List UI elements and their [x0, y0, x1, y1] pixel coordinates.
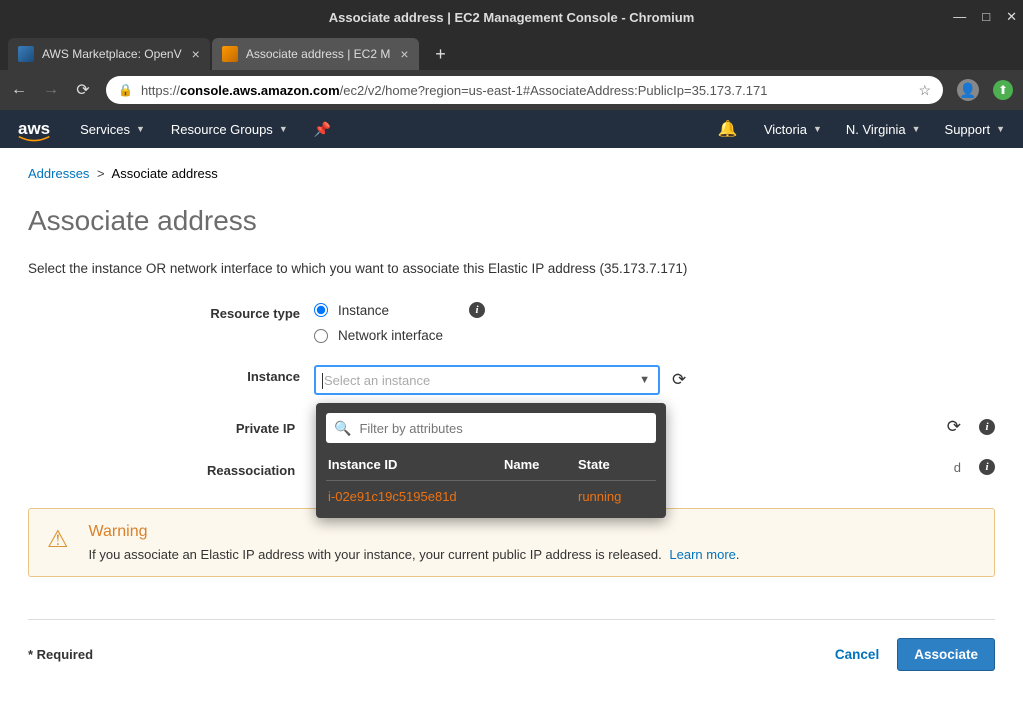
warning-icon: ⚠	[47, 523, 69, 562]
chevron-down-icon: ▼	[279, 124, 288, 134]
info-icon[interactable]: i	[979, 419, 995, 435]
window-controls: — □ ✕	[953, 9, 1017, 25]
nav-resource-groups[interactable]: Resource Groups ▼	[171, 122, 288, 137]
page-instruction: Select the instance OR network interface…	[28, 261, 995, 276]
info-icon[interactable]: i	[979, 459, 995, 475]
browser-tab-marketplace[interactable]: AWS Marketplace: OpenV ×	[8, 38, 210, 70]
window-title: Associate address | EC2 Management Conso…	[329, 10, 695, 25]
chevron-down-icon: ▼	[136, 124, 145, 134]
radio-instance-label: Instance	[338, 303, 389, 318]
warning-text: If you associate an Elastic IP address w…	[89, 547, 740, 562]
filter-input[interactable]	[359, 421, 648, 436]
cell-state: running	[578, 489, 654, 504]
browser-toolbar: ← → ⟳ 🔒 https://console.aws.amazon.com/e…	[0, 70, 1023, 110]
notifications-icon[interactable]: 🔔	[718, 119, 738, 139]
warning-box: ⚠ Warning If you associate an Elastic IP…	[28, 508, 995, 577]
favicon-icon	[222, 46, 238, 62]
url-text: https://console.aws.amazon.com/ec2/v2/ho…	[141, 83, 910, 98]
nav-support[interactable]: Support ▼	[945, 122, 1005, 137]
tab-title: AWS Marketplace: OpenV	[42, 47, 182, 61]
nav-label: Resource Groups	[171, 122, 273, 137]
close-window-icon[interactable]: ✕	[1006, 9, 1017, 25]
nav-region[interactable]: N. Virginia ▼	[846, 122, 921, 137]
minimize-icon[interactable]: —	[953, 9, 966, 25]
nav-label: N. Virginia	[846, 122, 906, 137]
label-resource-type: Resource type	[28, 302, 314, 321]
col-state: State	[578, 457, 654, 472]
aws-swoosh-icon	[18, 134, 50, 144]
address-bar[interactable]: 🔒 https://console.aws.amazon.com/ec2/v2/…	[106, 76, 943, 104]
radio-network-interface[interactable]	[314, 329, 328, 343]
label-reassociation: Reassociation	[28, 459, 309, 478]
info-icon[interactable]: i	[469, 302, 485, 318]
col-instance-id: Instance ID	[328, 457, 504, 472]
combobox-placeholder: Select an instance	[324, 373, 430, 388]
chevron-down-icon: ▼	[996, 124, 1005, 134]
extension-icon[interactable]: ⬆	[993, 80, 1013, 100]
cell-name	[504, 489, 578, 504]
reassoc-trail: d	[954, 460, 961, 475]
reload-icon[interactable]: ⟳	[74, 80, 92, 100]
page-content: Addresses > Associate address Associate …	[0, 148, 1023, 595]
associate-button[interactable]: Associate	[897, 638, 995, 671]
browser-tab-ec2[interactable]: Associate address | EC2 M ×	[212, 38, 419, 70]
dropdown-search[interactable]: 🔍	[326, 413, 656, 443]
chevron-down-icon: ▼	[912, 124, 921, 134]
chevron-down-icon: ▼	[639, 374, 650, 386]
row-instance: Instance Select an instance ▼ 🔍 Instance…	[28, 365, 995, 395]
warning-text-body: If you associate an Elastic IP address w…	[89, 547, 662, 562]
maximize-icon[interactable]: □	[982, 9, 990, 25]
dropdown-header-row: Instance ID Name State	[326, 453, 656, 481]
browser-tabstrip: AWS Marketplace: OpenV × Associate addre…	[0, 34, 1023, 70]
tab-close-icon[interactable]: ×	[192, 46, 200, 62]
dropdown-row[interactable]: i-02e91c19c5195e81d running	[326, 481, 656, 508]
profile-avatar-icon[interactable]: 👤	[957, 79, 979, 101]
instance-combobox[interactable]: Select an instance ▼ 🔍 Instance ID Name …	[314, 365, 660, 395]
refresh-icon[interactable]: ⟳	[947, 417, 961, 437]
forward-icon[interactable]: →	[42, 81, 60, 99]
label-instance: Instance	[28, 365, 314, 384]
instance-dropdown: 🔍 Instance ID Name State i-02e91c19c5195…	[316, 403, 666, 518]
window-titlebar: Associate address | EC2 Management Conso…	[0, 0, 1023, 34]
new-tab-button[interactable]: +	[427, 40, 455, 68]
nav-services[interactable]: Services ▼	[80, 122, 145, 137]
breadcrumb-addresses-link[interactable]: Addresses	[28, 166, 89, 181]
breadcrumb: Addresses > Associate address	[28, 166, 995, 181]
radio-ni-label: Network interface	[338, 328, 443, 343]
footer: * Required Cancel Associate	[28, 619, 995, 671]
pin-icon: 📌	[314, 121, 331, 138]
aws-header: aws Services ▼ Resource Groups ▼ 📌 🔔 Vic…	[0, 110, 1023, 148]
label-private-ip: Private IP	[28, 417, 309, 436]
lock-icon: 🔒	[118, 83, 133, 97]
radio-instance[interactable]	[314, 303, 328, 317]
page-title: Associate address	[28, 205, 995, 237]
bookmark-star-icon[interactable]: ☆	[918, 82, 931, 99]
learn-more-link[interactable]: Learn more	[669, 547, 735, 562]
nav-label: Support	[945, 122, 991, 137]
cell-instance-id: i-02e91c19c5195e81d	[328, 489, 504, 504]
refresh-icon[interactable]: ⟳	[672, 370, 686, 390]
nav-label: Victoria	[764, 122, 807, 137]
warning-title: Warning	[89, 523, 740, 541]
back-icon[interactable]: ←	[10, 81, 28, 99]
col-name: Name	[504, 457, 578, 472]
tab-title: Associate address | EC2 M	[246, 47, 391, 61]
favicon-icon	[18, 46, 34, 62]
search-icon: 🔍	[334, 420, 351, 437]
chevron-down-icon: ▼	[813, 124, 822, 134]
nav-pin[interactable]: 📌	[314, 121, 331, 138]
nav-user[interactable]: Victoria ▼	[764, 122, 822, 137]
breadcrumb-current: Associate address	[112, 166, 218, 181]
tab-close-icon[interactable]: ×	[400, 46, 408, 62]
cancel-button[interactable]: Cancel	[835, 647, 879, 662]
nav-label: Services	[80, 122, 130, 137]
aws-logo[interactable]: aws	[18, 119, 50, 139]
breadcrumb-separator: >	[97, 166, 105, 181]
row-resource-type: Resource type Instance i Network interfa…	[28, 302, 995, 343]
required-note: * Required	[28, 647, 93, 662]
